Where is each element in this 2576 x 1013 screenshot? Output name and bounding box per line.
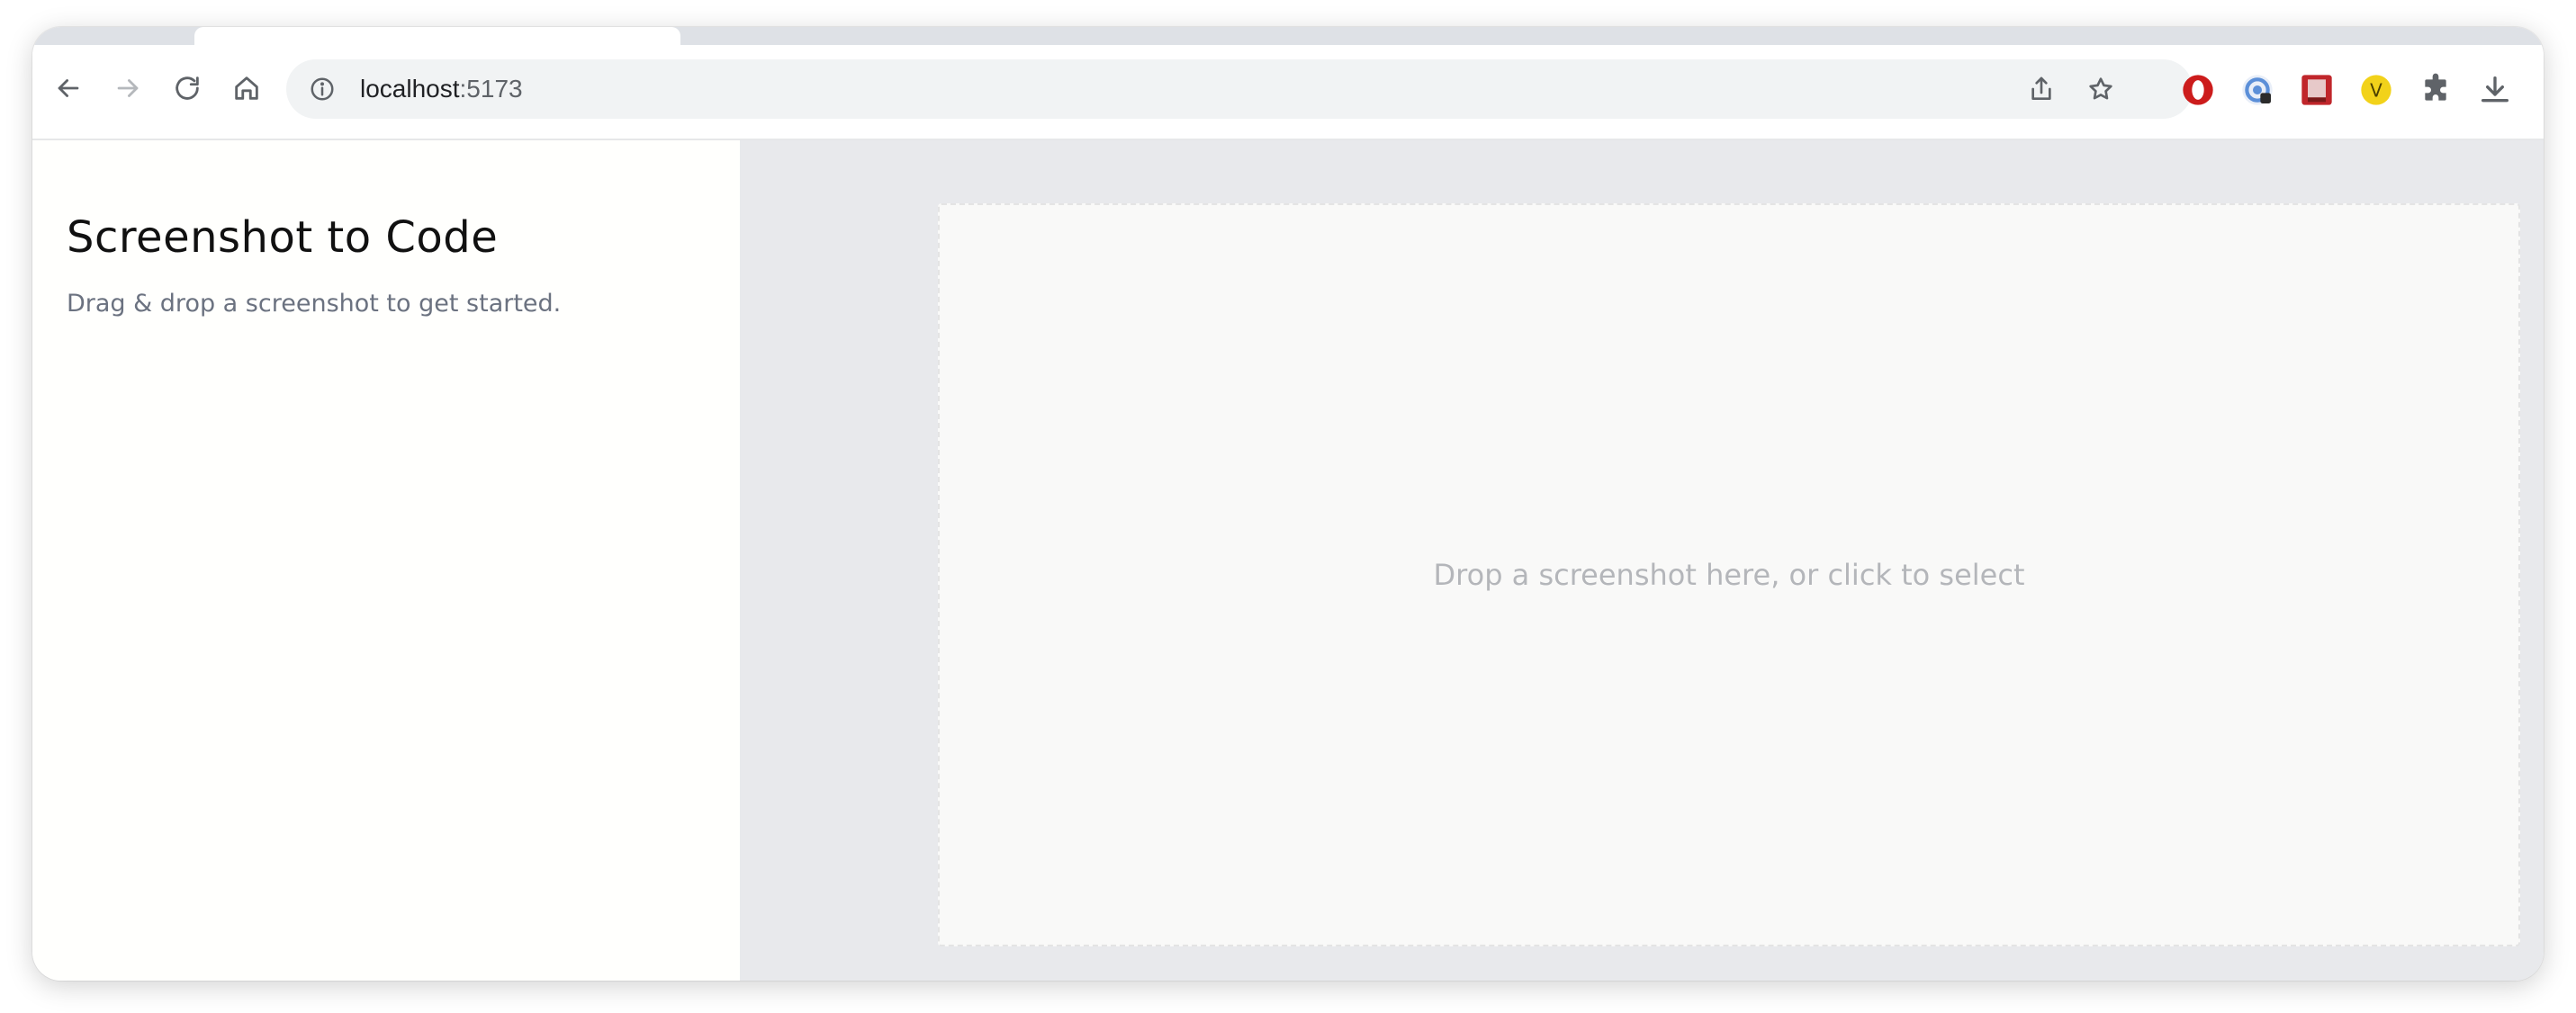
sidebar: Screenshot to Code Drag & drop a screens… bbox=[32, 140, 740, 981]
bookmark-star-icon[interactable] bbox=[2083, 71, 2119, 107]
home-button[interactable] bbox=[220, 63, 274, 117]
forward-button[interactable] bbox=[101, 63, 155, 117]
back-icon bbox=[53, 73, 84, 107]
info-icon[interactable] bbox=[306, 73, 338, 105]
page-title: Screenshot to Code bbox=[67, 212, 499, 263]
share-icon[interactable] bbox=[2023, 71, 2059, 107]
reload-button[interactable] bbox=[160, 63, 214, 117]
url-port: :5173 bbox=[459, 75, 523, 103]
download-icon[interactable] bbox=[2473, 68, 2517, 112]
image-extension-icon[interactable] bbox=[2295, 68, 2338, 112]
v-extension-icon[interactable]: V bbox=[2355, 68, 2398, 112]
opera-extension-icon[interactable] bbox=[2176, 68, 2220, 112]
dropzone-prompt: Drop a screenshot here, or click to sele… bbox=[1433, 558, 2025, 592]
privacy-extension-icon[interactable] bbox=[2236, 68, 2279, 112]
tab-strip bbox=[32, 27, 2544, 49]
browser-toolbar: localhost:5173 V bbox=[32, 45, 2544, 140]
home-icon bbox=[231, 73, 262, 107]
forward-icon bbox=[113, 73, 143, 107]
svg-text:V: V bbox=[2370, 80, 2382, 102]
reload-icon bbox=[172, 73, 203, 107]
address-bar[interactable]: localhost:5173 bbox=[286, 59, 2193, 119]
url-text[interactable]: localhost:5173 bbox=[360, 59, 523, 119]
screenshot-dropzone[interactable]: Drop a screenshot here, or click to sele… bbox=[938, 203, 2520, 946]
extensions-icon[interactable] bbox=[2414, 68, 2457, 112]
main-panel: Drop a screenshot here, or click to sele… bbox=[740, 140, 2544, 981]
page-content: Screenshot to Code Drag & drop a screens… bbox=[32, 140, 2544, 981]
url-host: localhost bbox=[360, 75, 460, 103]
browser-window: localhost:5173 V Screenshot to Code Drag… bbox=[32, 27, 2544, 981]
back-button[interactable] bbox=[41, 63, 95, 117]
page-subtitle: Drag & drop a screenshot to get started. bbox=[67, 290, 562, 318]
